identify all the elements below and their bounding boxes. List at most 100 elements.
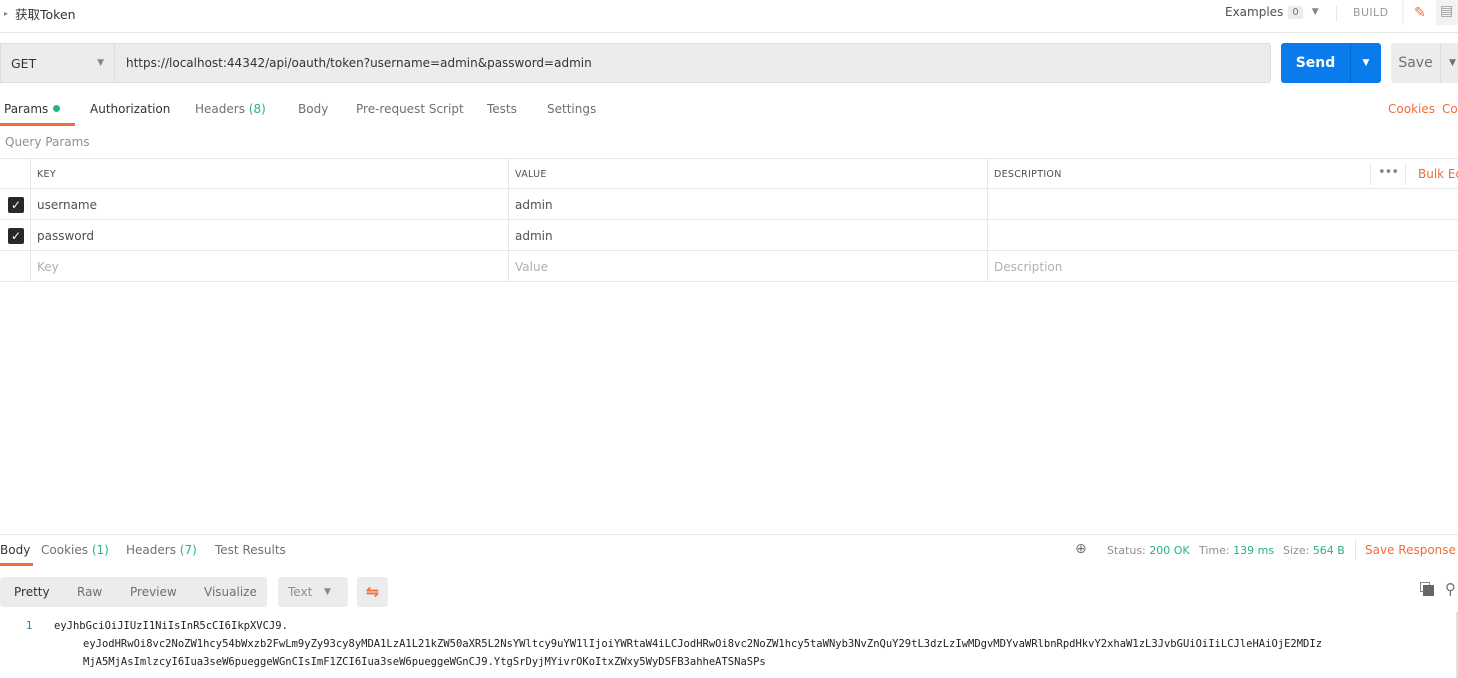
- cookies-link[interactable]: Cookies: [1388, 102, 1435, 116]
- tab-params[interactable]: Params: [4, 102, 61, 116]
- tab-label: Params: [4, 102, 49, 116]
- chevron-down-icon: ▼: [97, 58, 104, 68]
- table-row: ✓ password admin: [0, 220, 1458, 251]
- param-value-field[interactable]: admin: [508, 220, 987, 251]
- url-input[interactable]: https://localhost:44342/api/oauth/token?…: [114, 43, 1271, 83]
- url-value: https://localhost:44342/api/oauth/token?…: [126, 56, 592, 70]
- tab-label: Tests: [487, 102, 517, 116]
- send-options-chevron-icon[interactable]: ▼: [1351, 58, 1381, 68]
- tab-label: Pre-request Script: [356, 102, 464, 116]
- examples-count-badge: 0: [1288, 5, 1303, 19]
- tab-label: Headers: [195, 102, 245, 116]
- view-pretty-button[interactable]: Pretty: [14, 585, 50, 599]
- tab-authorization[interactable]: Authorization: [90, 102, 170, 116]
- column-header-key: KEY: [30, 159, 508, 190]
- method-select[interactable]: GET ▼: [0, 43, 114, 83]
- view-mode-bar: Pretty Raw Preview Visualize: [0, 577, 267, 607]
- param-key-field[interactable]: password: [30, 220, 508, 251]
- table-header-row: KEY VALUE DESCRIPTION ••• Bulk Ed: [0, 158, 1458, 190]
- code-link[interactable]: Co: [1442, 102, 1458, 116]
- request-tabs: Params Authorization Headers (8) Body Pr…: [0, 96, 1458, 126]
- tab-body[interactable]: Body: [298, 102, 328, 116]
- tab-count: (8): [248, 102, 266, 116]
- row-enabled-checkbox[interactable]: ✓: [8, 227, 24, 244]
- code-line: 1 eyJhbGciOiJIUzI1NiIsInR5cCI6IkpXVCJ9.: [0, 617, 1458, 635]
- response-tab-body[interactable]: Body: [0, 543, 30, 557]
- format-select[interactable]: Text ▼: [278, 577, 348, 607]
- more-options-icon[interactable]: •••: [1370, 163, 1406, 185]
- time-value: 139 ms: [1233, 544, 1275, 557]
- tab-label: Test Results: [215, 543, 286, 557]
- line-text: eyJodHRwOi8vc2NoZW1hcy54bWxzb2FwLm9yZy93…: [83, 638, 1323, 650]
- response-tab-test-results[interactable]: Test Results: [215, 543, 286, 557]
- examples-label: Examples: [1225, 5, 1284, 19]
- new-key-input[interactable]: Key: [30, 251, 508, 282]
- time-label: Time:: [1199, 544, 1230, 557]
- param-description-field[interactable]: [987, 189, 1458, 220]
- active-tab-indicator: [0, 123, 75, 126]
- query-params-table: KEY VALUE DESCRIPTION ••• Bulk Ed ✓ user…: [0, 158, 1458, 282]
- wrap-lines-icon[interactable]: ⇋: [357, 577, 388, 607]
- build-mode-label[interactable]: BUILD: [1353, 6, 1388, 19]
- view-visualize-button[interactable]: Visualize: [204, 585, 257, 599]
- request-header-bar: ▸ 获取Token Examples 0 ▼ BUILD ✎ ▤: [0, 0, 1458, 33]
- size-value: 564 B: [1312, 544, 1345, 557]
- examples-dropdown[interactable]: Examples 0 ▼: [1225, 5, 1319, 19]
- line-text: MjA5MjAsImlzcyI6Iua3seW6pueggeWGnCIsImF1…: [83, 656, 766, 668]
- param-key-field[interactable]: username: [30, 189, 508, 220]
- chevron-down-icon: ▼: [324, 587, 331, 597]
- send-button[interactable]: Send ▼: [1281, 43, 1381, 83]
- size-label: Size:: [1283, 544, 1310, 557]
- tab-count: (1): [91, 543, 109, 557]
- view-preview-button[interactable]: Preview: [130, 585, 177, 599]
- mode-switcher: ✎ ▤: [1402, 0, 1458, 25]
- view-raw-button[interactable]: Raw: [77, 585, 102, 599]
- response-divider[interactable]: [0, 534, 1458, 535]
- params-active-dot-icon: [53, 105, 61, 112]
- tab-settings[interactable]: Settings: [547, 102, 596, 116]
- tab-label: Authorization: [90, 102, 171, 116]
- save-options-chevron-icon[interactable]: ▼: [1441, 58, 1456, 68]
- response-size: Size: 564 B: [1283, 544, 1345, 557]
- tab-pre-request-script[interactable]: Pre-request Script: [356, 102, 464, 116]
- method-value: GET: [11, 55, 37, 71]
- copy-icon[interactable]: [1420, 582, 1434, 596]
- param-value-field[interactable]: admin: [508, 189, 987, 220]
- globe-icon[interactable]: ⊕: [1075, 541, 1087, 557]
- tab-headers[interactable]: Headers (8): [195, 102, 266, 116]
- edit-pencil-icon[interactable]: ✎: [1404, 0, 1436, 25]
- send-label: Send: [1295, 55, 1336, 71]
- tab-label: Settings: [547, 102, 597, 116]
- active-response-tab-indicator: [0, 563, 33, 566]
- response-tab-headers[interactable]: Headers (7): [126, 543, 197, 557]
- param-description-field[interactable]: [987, 220, 1458, 251]
- new-description-input[interactable]: Description: [987, 251, 1458, 282]
- request-title[interactable]: ▸ 获取Token: [4, 4, 76, 23]
- comment-icon[interactable]: ▤: [1440, 3, 1453, 19]
- row-enabled-checkbox[interactable]: ✓: [8, 196, 24, 213]
- tab-label: Body: [0, 543, 31, 557]
- response-tab-cookies[interactable]: Cookies (1): [41, 543, 109, 557]
- tab-count: (7): [179, 543, 197, 557]
- tab-label: Headers: [126, 543, 176, 557]
- save-response-button[interactable]: Save Response: [1365, 543, 1456, 557]
- response-status: Status: 200 OK: [1107, 544, 1190, 557]
- code-line-wrapped: eyJodHRwOi8vc2NoZW1hcy54bWxzb2FwLm9yZy93…: [0, 635, 1458, 653]
- table-row: ✓ username admin: [0, 189, 1458, 220]
- bulk-edit-link[interactable]: Bulk Ed: [1418, 167, 1458, 181]
- divider: [1355, 540, 1356, 560]
- line-text: eyJhbGciOiJIUzI1NiIsInR5cCI6IkpXVCJ9.: [54, 620, 288, 632]
- response-body-editor[interactable]: 1 eyJhbGciOiJIUzI1NiIsInR5cCI6IkpXVCJ9. …: [0, 617, 1458, 671]
- tab-label: Cookies: [41, 543, 88, 557]
- tab-label: Body: [298, 102, 329, 116]
- search-icon[interactable]: ⚲: [1445, 580, 1456, 598]
- new-value-input[interactable]: Value: [508, 251, 987, 282]
- expand-caret-icon[interactable]: ▸: [4, 9, 8, 18]
- tab-tests[interactable]: Tests: [487, 102, 517, 116]
- divider: [1336, 6, 1337, 22]
- save-button[interactable]: Save ▼: [1391, 43, 1458, 83]
- query-params-label: Query Params: [5, 135, 90, 149]
- column-header-value: VALUE: [508, 159, 987, 190]
- save-label: Save: [1398, 55, 1433, 71]
- status-value: 200 OK: [1149, 544, 1190, 557]
